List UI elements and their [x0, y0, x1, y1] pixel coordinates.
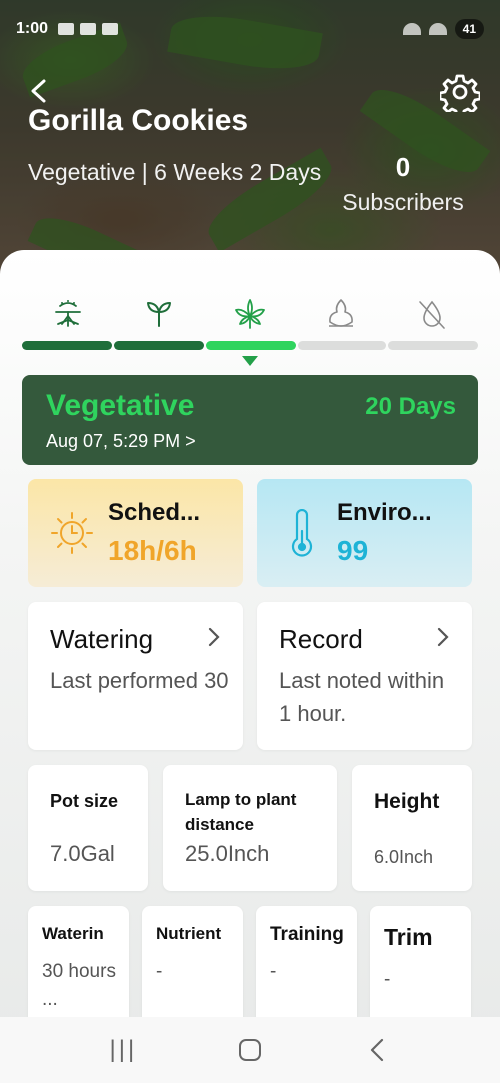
current-stage-name: Vegetative: [46, 389, 195, 422]
sun-clock-icon: [51, 512, 93, 554]
watering-card[interactable]: Watering Last performed 30: [28, 602, 243, 750]
nutrient-value: -: [156, 961, 163, 982]
sprout-icon: [147, 302, 171, 327]
stage-tab-seedling[interactable]: [50, 296, 86, 332]
current-stage-days: 20 Days: [365, 393, 456, 420]
seedling-roots-icon: [55, 300, 81, 327]
back-button[interactable]: [24, 76, 54, 106]
stage-progress-bar: [22, 341, 478, 351]
battery-indicator: 41: [454, 19, 484, 39]
thermometer-icon: [291, 509, 313, 557]
lamp-distance-label: Lamp to plant distance: [185, 790, 297, 834]
pot-size-card[interactable]: Pot size 7.0Gal: [28, 765, 148, 891]
trim-label: Trim: [384, 924, 433, 950]
training-label: Training: [270, 924, 344, 945]
environment-card[interactable]: Enviro... 99: [257, 479, 472, 587]
status-time: 1:00: [16, 20, 49, 37]
signal-icon: [428, 23, 447, 35]
notification-icon: [102, 23, 119, 35]
progress-segment-current: [206, 341, 296, 350]
cannabis-leaf-icon: [235, 299, 265, 329]
page-title: Gorilla Cookies: [28, 104, 249, 137]
training-value: -: [270, 961, 277, 982]
notification-icon: [58, 23, 75, 35]
gear-icon: [438, 74, 482, 118]
recents-button[interactable]: |||: [93, 1025, 153, 1075]
progress-segment-upcoming: [388, 341, 478, 350]
watering-body: Last performed 30: [50, 668, 229, 693]
nutrient-label: Nutrient: [156, 924, 222, 943]
trim-value: -: [384, 969, 391, 990]
schedule-title: Sched...: [108, 499, 201, 526]
progress-segment-done: [114, 341, 204, 350]
stage-tab-harvest[interactable]: [414, 296, 450, 332]
pot-size-label: Pot size: [50, 791, 119, 811]
settings-button[interactable]: [438, 72, 482, 118]
record-card[interactable]: Record Last noted within 1 hour.: [257, 602, 472, 750]
record-body: Last noted within 1 hour.: [279, 668, 445, 726]
current-stage-date: Aug 07, 5:29 PM >: [46, 431, 196, 451]
subscriber-label: Subscribers: [342, 189, 464, 215]
progress-segment-upcoming: [298, 341, 386, 350]
harvest-off-icon: [419, 300, 445, 329]
stage-tabs: [22, 296, 478, 336]
back-nav-button[interactable]: [347, 1025, 407, 1075]
notification-icons: [58, 23, 119, 35]
schedule-card[interactable]: Sched... 18h/6h: [28, 479, 243, 587]
stage-tab-vegetative[interactable]: [232, 296, 268, 332]
record-title: Record: [279, 624, 363, 654]
environment-value: 99: [337, 535, 369, 566]
back-arrow-icon: [31, 79, 46, 103]
wifi-icon: [402, 23, 421, 35]
progress-segment-done: [22, 341, 112, 350]
height-label: Height: [374, 790, 440, 813]
system-nav-bar: |||: [0, 1017, 500, 1083]
current-stage-pointer: [242, 356, 258, 366]
schedule-value: 18h/6h: [108, 535, 197, 566]
lamp-distance-value: 25.0Inch: [185, 841, 270, 866]
bud-icon: [329, 299, 353, 327]
height-card[interactable]: Height 6.0Inch: [352, 765, 472, 891]
notification-icon: [80, 23, 97, 35]
pot-size-value: 7.0Gal: [50, 841, 115, 866]
height-value: 6.0Inch: [374, 847, 434, 867]
status-bar: 1:00 41: [0, 0, 500, 58]
back-nav-icon: [370, 1038, 383, 1062]
chevron-right-icon: [207, 626, 221, 655]
subscriber-count: 0: [395, 152, 411, 182]
stage-tab-flowering[interactable]: [323, 296, 359, 332]
chevron-right-icon: [436, 626, 450, 655]
watering-log-label: Waterin: [42, 924, 104, 943]
status-right: 41: [402, 19, 484, 39]
current-stage-card[interactable]: Vegetative 20 Days Aug 07, 5:29 PM >: [22, 375, 478, 465]
stage-tab-sprout[interactable]: [141, 296, 177, 332]
stage-summary: Vegetative | 6 Weeks 2 Days: [28, 159, 322, 185]
home-icon: [238, 1039, 261, 1061]
lamp-distance-card[interactable]: Lamp to plant distance 25.0Inch: [163, 765, 337, 891]
watering-log-value: 30 hours ...: [42, 961, 116, 1010]
subscribers[interactable]: 0 Subscribers: [320, 152, 486, 216]
watering-title: Watering: [50, 624, 154, 654]
environment-title: Enviro...: [337, 499, 432, 526]
home-button[interactable]: [220, 1025, 280, 1075]
